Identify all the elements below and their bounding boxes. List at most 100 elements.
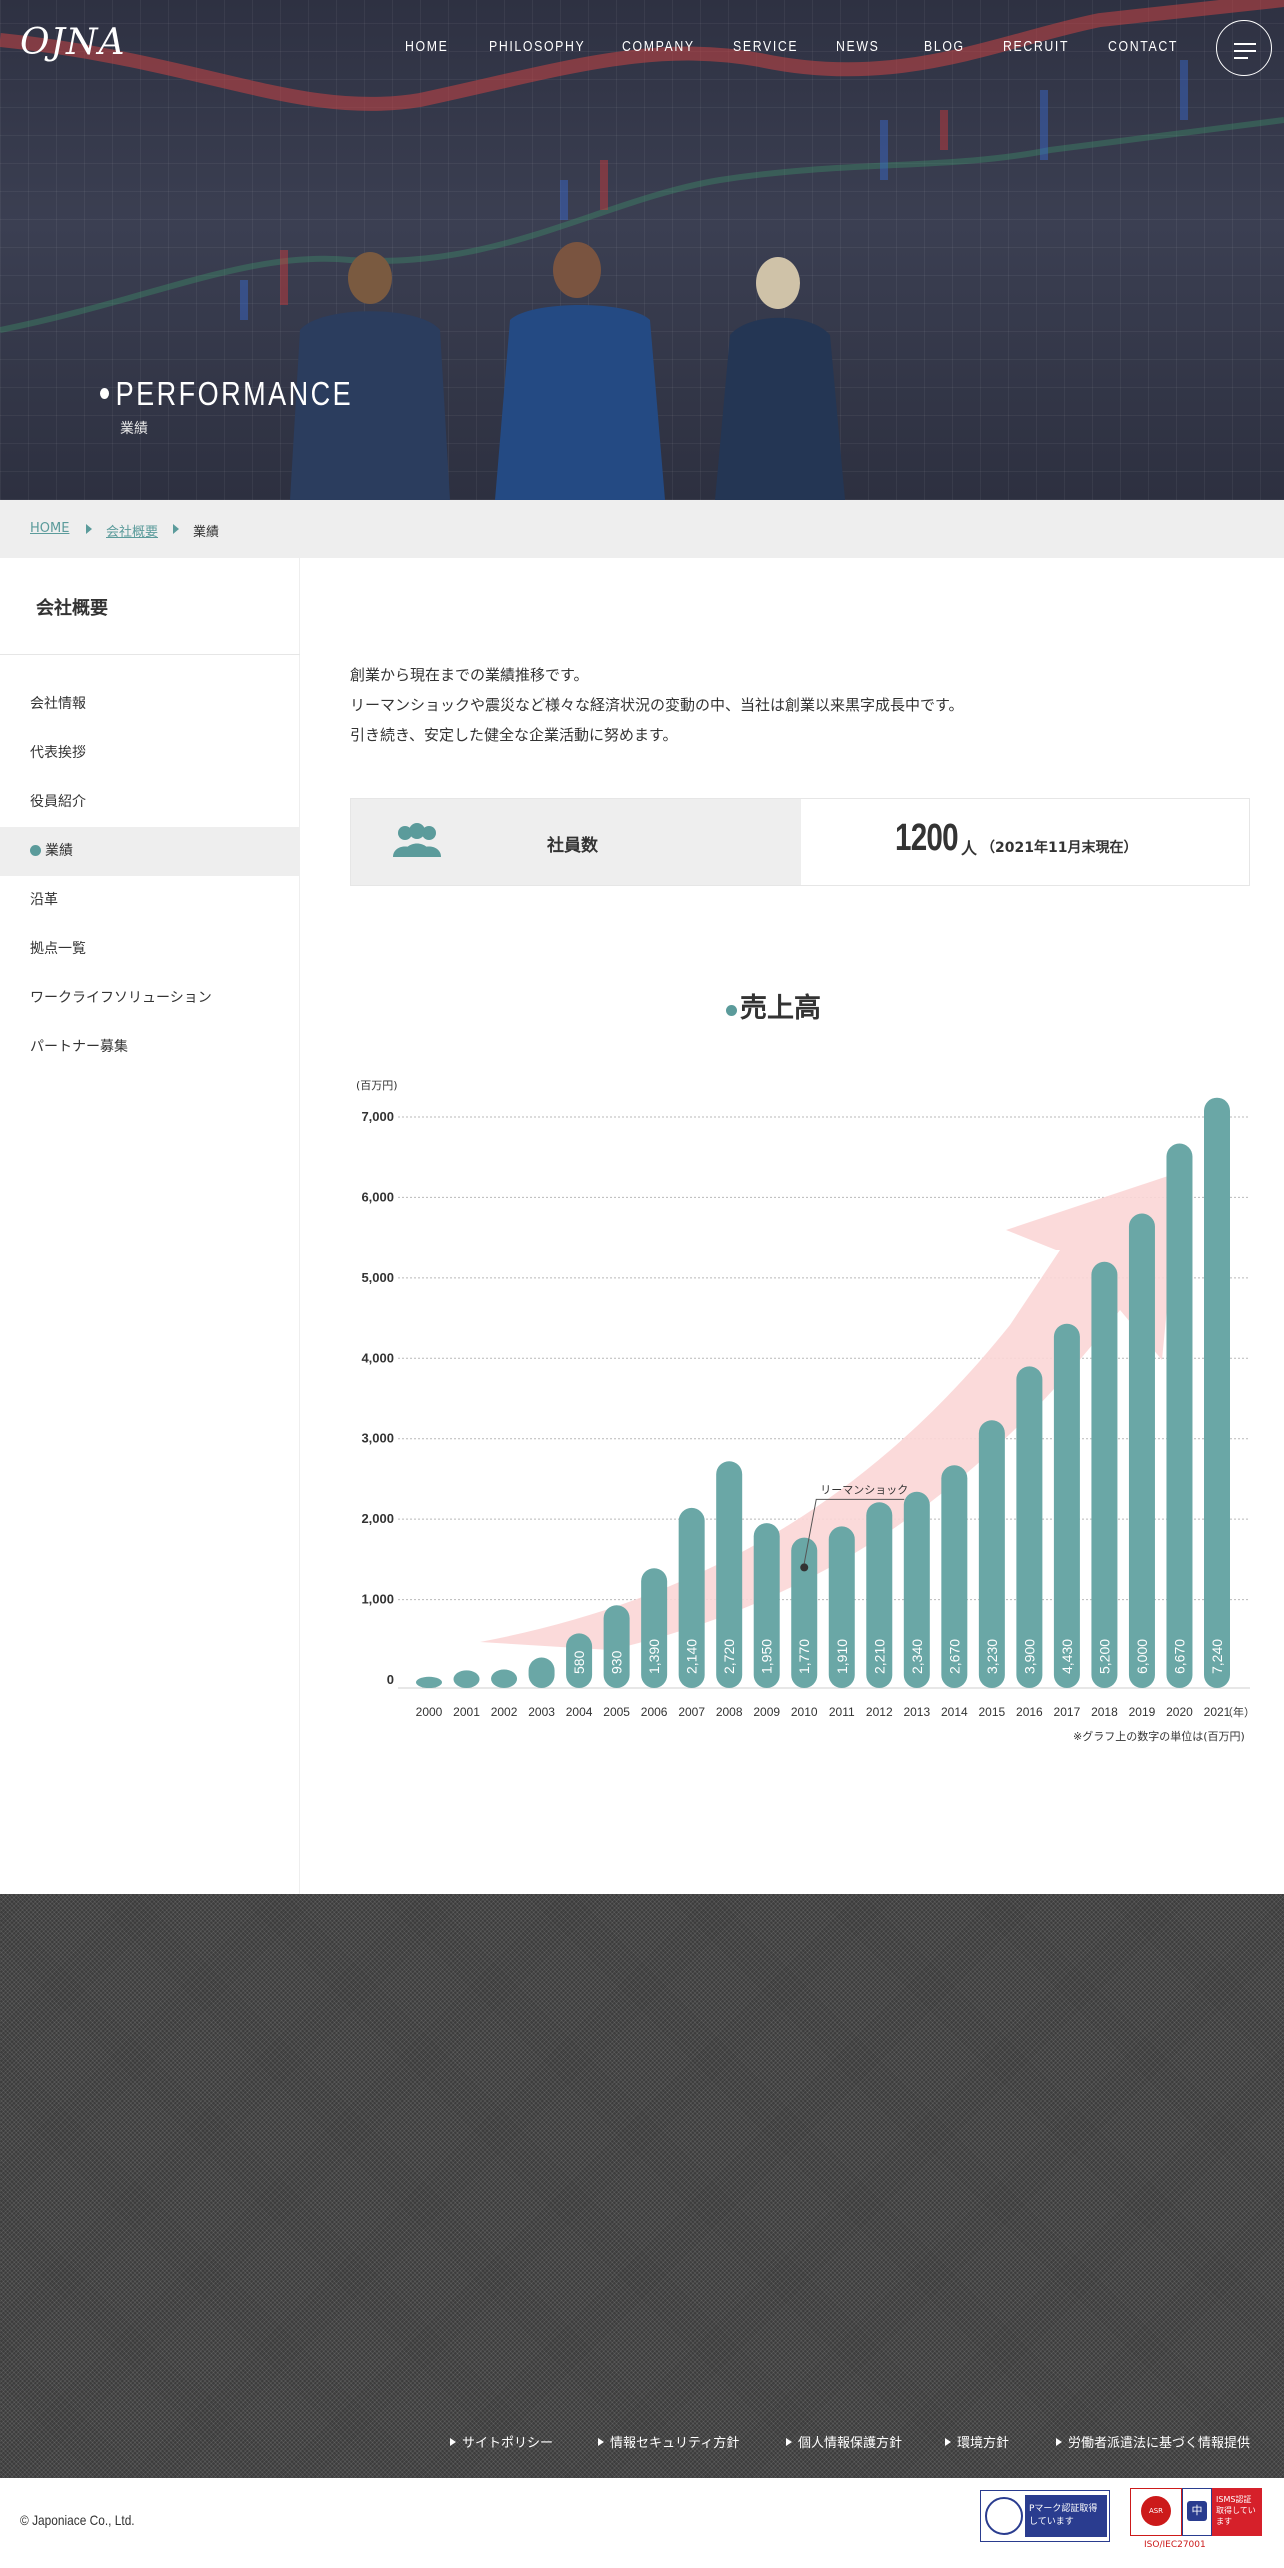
sidebar-item-company-info[interactable]: 会社情報 (0, 680, 300, 729)
x-tick-label: 2003 (528, 1705, 555, 1719)
sales-chart: (百万円) 0 1,000 2,000 3,000 4,000 5,000 6,000 7,00… (356, 1079, 1250, 1719)
x-tick-label: 2000 (416, 1705, 443, 1719)
global-nav: HOME PHILOSOPHY COMPANY SERVICE NEWS BLO… (0, 38, 1284, 60)
footer-pattern (0, 1894, 1284, 2478)
sidebar: 会社概要 会社情報 代表挨拶 役員紹介 業績 沿革 拠点一覧 ワークライフソリュ… (0, 558, 300, 1894)
jqa-icon: 中 (1182, 2488, 1212, 2536)
x-tick-label: 2002 (491, 1705, 518, 1719)
bar-2018 (1091, 1261, 1118, 1688)
employee-note: （2021年11月末現在） (981, 840, 1138, 856)
breadcrumb-company[interactable]: 会社概要 (106, 521, 158, 540)
employee-label-cell: 社員数 (351, 799, 801, 885)
hero-banner: OJNA HOME PHILOSOPHY COMPANY SERVICE NEW… (0, 0, 1284, 500)
y-tick-label: 3,000 (361, 1431, 394, 1446)
sidebar-item-performance[interactable]: 業績 (0, 827, 300, 876)
nav-company[interactable]: COMPANY (622, 38, 695, 55)
x-tick-label: 2011 (829, 1705, 855, 1719)
bar-data-label: 1,770 (796, 1639, 812, 1674)
x-tick-label: 2007 (678, 1705, 705, 1719)
nav-news[interactable]: NEWS (836, 38, 879, 55)
nav-contact[interactable]: CONTACT (1108, 38, 1178, 55)
y-tick-label: 6,000 (361, 1189, 394, 1204)
people-icon (393, 823, 441, 857)
breadcrumb: HOME 会社概要 業績 (0, 500, 1284, 558)
bar-data-label: 1,910 (834, 1639, 850, 1674)
bar-data-label: 1,950 (759, 1639, 775, 1674)
copyright: © Japoniace Co., Ltd. (20, 2512, 135, 2528)
x-tick-label: 2008 (716, 1705, 743, 1719)
intro-line: リーマンショックや震災など様々な経済状況の変動の中、当社は創業以来黒字成長中です… (350, 696, 964, 714)
bar-data-label: 6,000 (1134, 1639, 1150, 1674)
sidebar-divider (0, 654, 300, 655)
x-tick-label: 2012 (866, 1705, 893, 1719)
y-tick-label: 5,000 (361, 1270, 394, 1285)
bar-data-label: 5,200 (1096, 1639, 1112, 1674)
bar-data-label: 6,670 (1171, 1639, 1187, 1674)
bar-data-label: 2,670 (946, 1639, 962, 1674)
page-subtitle: 業績 (120, 421, 148, 437)
breadcrumb-arrow-icon (173, 524, 179, 534)
x-tick-label: 2001 (453, 1705, 480, 1719)
footer-link-security[interactable]: 情報セキュリティ方針 (598, 2432, 739, 2451)
footer-link-environment[interactable]: 環境方針 (945, 2432, 1009, 2451)
breadcrumb-home[interactable]: HOME (30, 521, 69, 536)
employee-unit: 人 (961, 839, 978, 858)
sidebar-item-officers[interactable]: 役員紹介 (0, 778, 300, 827)
bar-2003 (528, 1657, 555, 1688)
y-tick-label: 1,000 (361, 1592, 394, 1607)
footer-link-privacy[interactable]: 個人情報保護方針 (786, 2432, 902, 2451)
chart-title: 売上高 (726, 986, 821, 1025)
sidebar-heading: 会社概要 (36, 598, 108, 619)
hero-background-image (0, 0, 1284, 500)
nav-service[interactable]: SERVICE (733, 38, 798, 55)
footer-bottom: © Japoniace Co., Ltd. Pマーク認証取得しています ASR … (0, 2478, 1284, 2568)
nav-recruit[interactable]: RECRUIT (1003, 38, 1069, 55)
privacy-mark-badge[interactable]: Pマーク認証取得しています (980, 2490, 1110, 2542)
annotation-label: リーマンショック (820, 1483, 908, 1496)
x-tick-label: 2015 (979, 1705, 1006, 1719)
title-dot-icon (726, 1005, 737, 1016)
sidebar-item-message[interactable]: 代表挨拶 (0, 729, 300, 778)
nav-philosophy[interactable]: PHILOSOPHY (489, 38, 585, 55)
x-tick-label: 2005 (603, 1705, 630, 1719)
isms-badge[interactable]: ASR 中 ISMS認証取得しています ISO/IEC27001 (1130, 2488, 1262, 2554)
bar-data-label: 930 (609, 1650, 625, 1674)
x-tick-label: 2016 (1016, 1705, 1043, 1719)
bar-data-label: 4,430 (1059, 1639, 1075, 1674)
y-tick-label: 4,000 (361, 1350, 394, 1365)
y-tick-label: 0 (387, 1672, 394, 1687)
sidebar-item-work-life[interactable]: ワークライフソリューション (0, 974, 300, 1023)
employee-count: 1200 (895, 817, 959, 859)
footer-link-site-policy[interactable]: サイトポリシー (450, 2432, 553, 2451)
bar-data-label: 3,900 (1021, 1639, 1037, 1674)
nav-home[interactable]: HOME (405, 38, 448, 55)
bar-2005 (603, 1605, 630, 1688)
bar-data-label: 2,210 (871, 1639, 887, 1674)
footer-link-dispatch[interactable]: 労働者派遣法に基づく情報提供 (1056, 2432, 1250, 2451)
x-tick-label: 2020 (1166, 1705, 1193, 1719)
intro-text: 創業から現在までの業績推移です。 リーマンショックや震災など様々な経済状況の変動… (350, 660, 964, 750)
bar-data-label: 2,140 (684, 1639, 700, 1674)
employee-label: 社員数 (547, 836, 598, 856)
pmark-text: Pマーク認証取得しています (1025, 2495, 1107, 2537)
sidebar-item-offices[interactable]: 拠点一覧 (0, 925, 300, 974)
bar-2000 (416, 1676, 442, 1688)
chart-footnote: ※グラフ上の数字の単位は(百万円) (1073, 1730, 1245, 1743)
breadcrumb-arrow-icon (86, 524, 92, 534)
annotation-dot (800, 1563, 809, 1572)
hamburger-icon[interactable] (1216, 20, 1272, 76)
x-tick-label: 2009 (753, 1705, 780, 1719)
x-tick-label: 2014 (941, 1705, 968, 1719)
bar-2021 (1204, 1097, 1230, 1688)
x-tick-label: 2017 (1054, 1705, 1081, 1719)
bar-data-label: 2,720 (721, 1639, 737, 1674)
sidebar-item-history[interactable]: 沿革 (0, 876, 300, 925)
y-tick-label: 2,000 (361, 1511, 394, 1526)
nav-blog[interactable]: BLOG (924, 38, 965, 55)
sidebar-item-partner[interactable]: パートナー募集 (0, 1023, 300, 1072)
active-dot-icon (30, 845, 41, 856)
x-tick-label: 2019 (1129, 1705, 1156, 1719)
bar-2017 (1053, 1323, 1080, 1688)
pmark-icon (985, 2497, 1023, 2535)
intro-line: 創業から現在までの業績推移です。 (350, 666, 589, 684)
